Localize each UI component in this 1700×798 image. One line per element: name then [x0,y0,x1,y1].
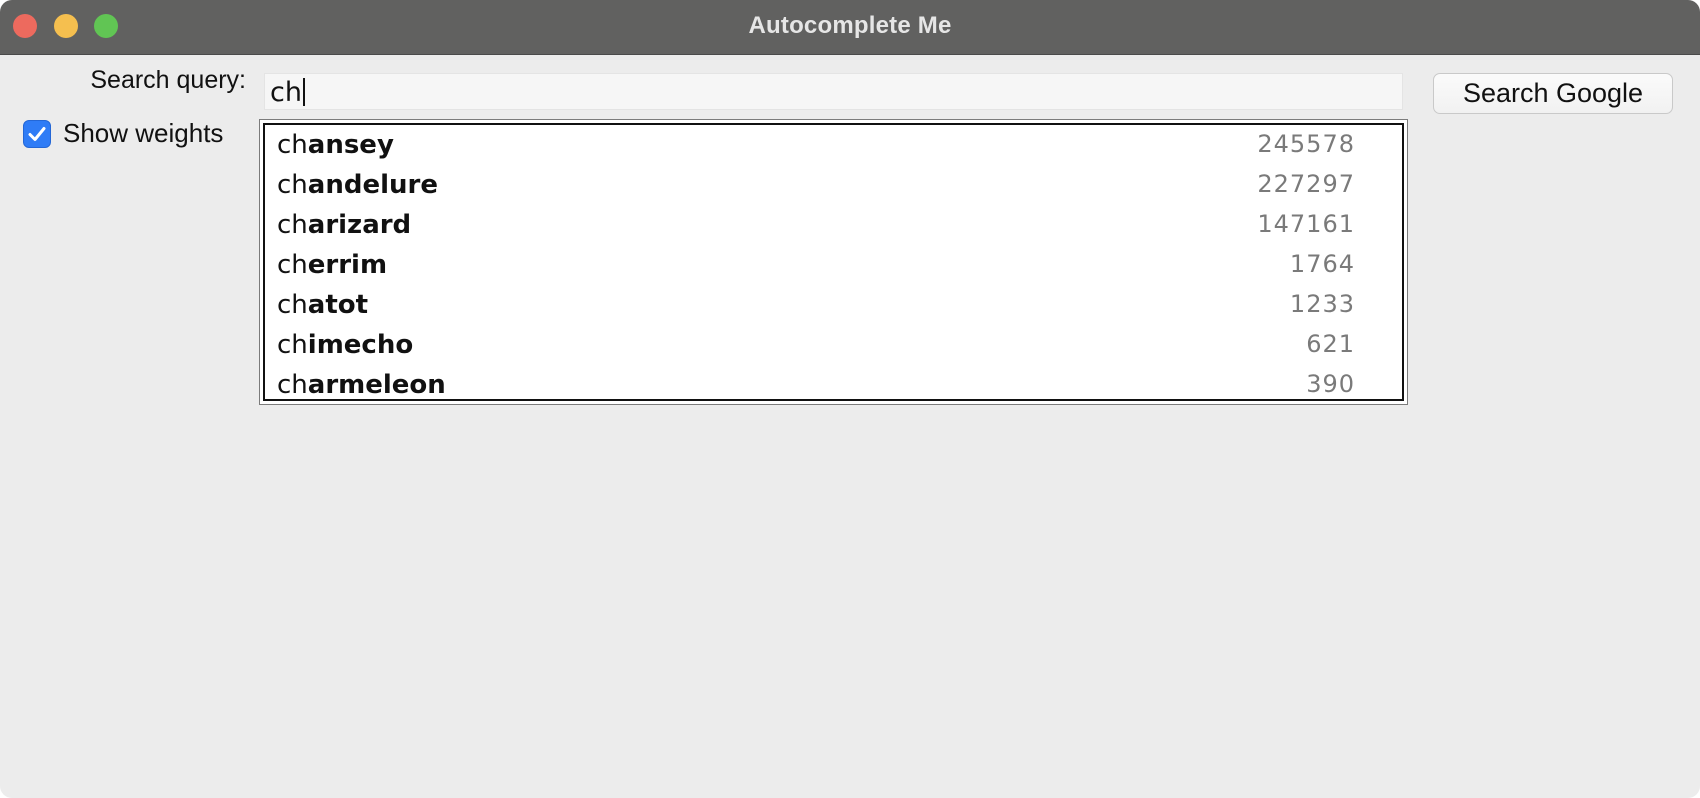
text-caret [302,78,305,106]
search-google-button[interactable]: Search Google [1433,73,1673,114]
suggestion-item[interactable]: charmeleon 390 [265,365,1402,405]
suggestion-weight: 390 [1306,370,1355,398]
suggestion-term: chandelure [277,170,438,200]
suggestion-item[interactable]: cherrim 1764 [265,245,1402,285]
search-input[interactable]: ch [264,73,1403,110]
suggestion-weight: 147161 [1257,210,1355,238]
suggestion-item[interactable]: chatot 1233 [265,285,1402,325]
suggestion-term: charizard [277,210,412,240]
suggestion-term: chatot [277,290,369,320]
suggestion-term: charmeleon [277,370,446,400]
show-weights-checkbox[interactable] [23,120,51,148]
suggestion-term: chimecho [277,330,414,360]
checkmark-icon [28,127,46,141]
suggestion-weight: 227297 [1257,170,1355,198]
suggestion-item[interactable]: chimecho 621 [265,325,1402,365]
app-window: Autocomplete Me Search query: ch Search … [0,0,1700,798]
suggestion-weight: 1764 [1289,250,1355,278]
suggestion-item[interactable]: chansey 245578 [265,125,1402,165]
suggestions-list: chansey 245578 chandelure 227297 chariza… [259,119,1408,405]
suggestion-item[interactable]: chandelure 227297 [265,165,1402,205]
title-bar[interactable]: Autocomplete Me [0,0,1700,55]
show-weights-label[interactable]: Show weights [63,118,223,149]
suggestion-weight: 1233 [1289,290,1355,318]
window-title: Autocomplete Me [748,12,952,39]
suggestion-item[interactable]: charizard 147161 [265,205,1402,245]
suggestion-term: chansey [277,130,394,160]
suggestion-weight: 245578 [1257,130,1355,158]
suggestion-term: cherrim [277,250,388,280]
suggestion-weight: 621 [1306,330,1355,358]
search-input-value: ch [270,77,302,108]
search-query-label: Search query: [90,66,246,94]
suggestions-list-inner: chansey 245578 chandelure 227297 chariza… [263,123,1404,401]
